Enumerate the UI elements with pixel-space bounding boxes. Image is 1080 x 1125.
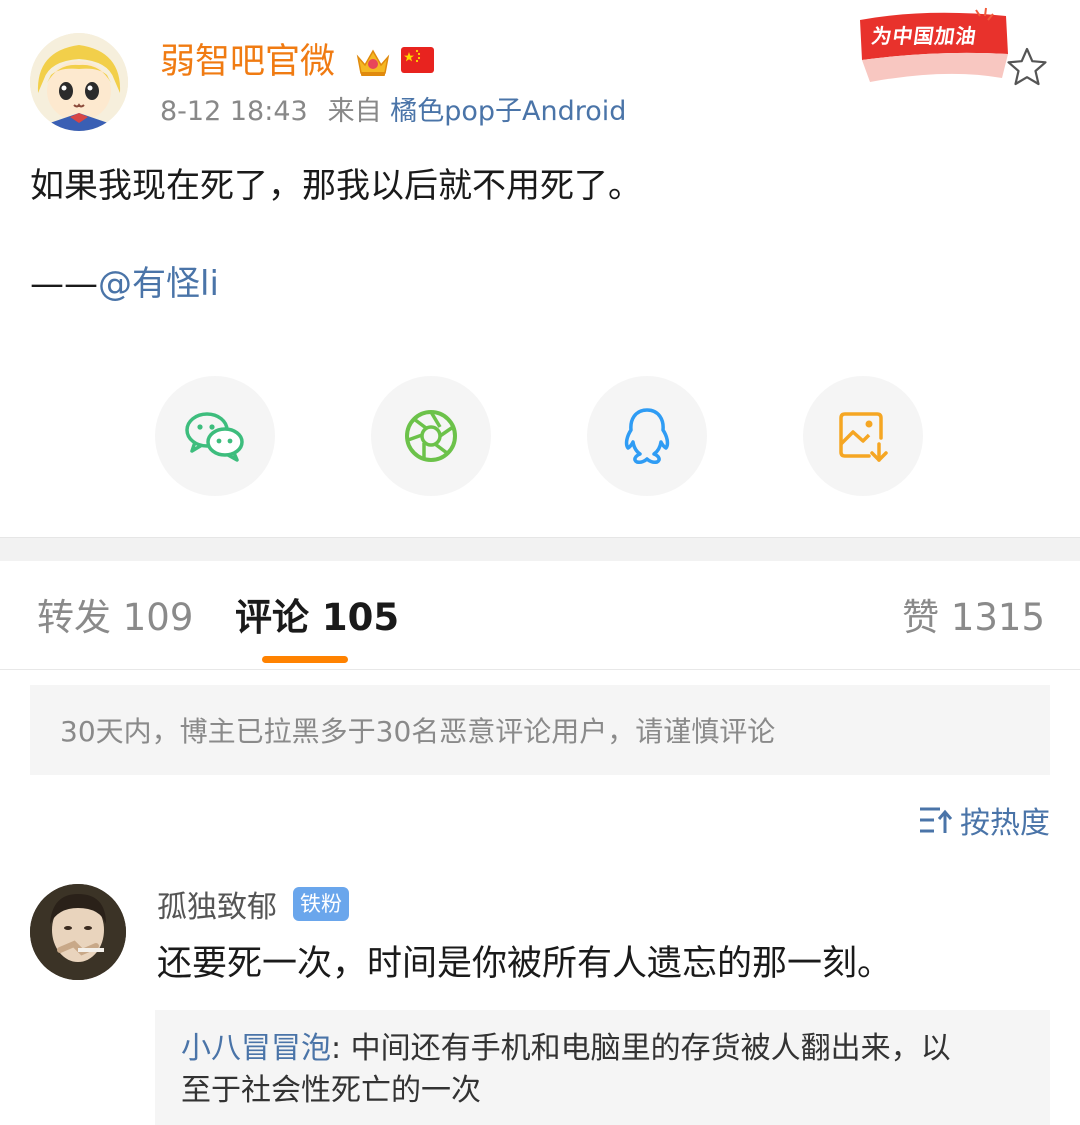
source-prefix: 来自 bbox=[327, 96, 382, 127]
crown-icon bbox=[356, 49, 390, 76]
tab-comment[interactable]: 评论 105 bbox=[235, 594, 399, 642]
credit-dash: —— bbox=[30, 264, 98, 304]
wechat-icon bbox=[185, 412, 244, 462]
post-credit: ——@有怪li bbox=[30, 262, 219, 306]
tab-divider bbox=[0, 669, 1080, 670]
commenter-name[interactable]: 孤独致郁 bbox=[157, 888, 277, 928]
reply-text-2: 至于社会性死亡的一次 bbox=[181, 1073, 481, 1108]
comment-text: 还要死一次，时间是你被所有人遗忘的那一刻。 bbox=[157, 944, 893, 984]
sort-toggle[interactable]: 按热度 bbox=[918, 798, 1050, 842]
tab-like[interactable]: 赞 1315 bbox=[902, 594, 1045, 642]
active-tab-indicator bbox=[262, 656, 348, 663]
china-flag-icon bbox=[401, 47, 434, 73]
notice-text: 30天内，博主已拉黑多于30名恶意评论用户，请谨慎评论 bbox=[60, 715, 776, 748]
commenter-avatar[interactable] bbox=[30, 884, 126, 980]
section-divider bbox=[0, 537, 1080, 561]
sort-icon bbox=[920, 807, 953, 833]
star-icon[interactable] bbox=[1006, 46, 1048, 88]
fan-badge: 铁粉 bbox=[293, 887, 349, 921]
post-source[interactable]: 橘色pop子Android bbox=[390, 96, 626, 127]
post-text: 如果我现在死了，那我以后就不用死了。 bbox=[30, 166, 642, 206]
share-moments-button[interactable] bbox=[371, 376, 491, 496]
author-avatar[interactable] bbox=[30, 33, 128, 131]
qq-icon bbox=[624, 408, 670, 464]
reply-author[interactable]: 小八冒冒泡 bbox=[181, 1031, 331, 1066]
save-image-button[interactable] bbox=[803, 376, 923, 496]
cheer-badge-text: 为中国加油 bbox=[870, 24, 979, 48]
share-qq-button[interactable] bbox=[587, 376, 707, 496]
tab-repost[interactable]: 转发 109 bbox=[37, 594, 193, 642]
reply-preview[interactable]: 小八冒冒泡: 中间还有手机和电脑里的存货被人翻出来，以 至于社会性死亡的一次 bbox=[155, 1010, 1050, 1125]
credit-mention[interactable]: @有怪li bbox=[98, 264, 219, 304]
moments-icon bbox=[405, 410, 457, 462]
comment-notice: 30天内，博主已拉黑多于30名恶意评论用户，请谨慎评论 bbox=[30, 685, 1050, 775]
sort-label: 按热度 bbox=[960, 806, 1050, 841]
reply-text-1: 中间还有手机和电脑里的存货被人翻出来，以 bbox=[350, 1031, 951, 1066]
reply-line-1: 小八冒冒泡: 中间还有手机和电脑里的存货被人翻出来，以 bbox=[181, 1028, 1024, 1070]
reply-separator: : bbox=[331, 1031, 351, 1066]
save-image-icon bbox=[839, 412, 888, 462]
author-name[interactable]: 弱智吧官微 bbox=[160, 40, 335, 84]
share-wechat-button[interactable] bbox=[155, 376, 275, 496]
post-meta: 8-12 18:43 来自 橘色pop子Android bbox=[160, 95, 626, 129]
post-time: 8-12 18:43 bbox=[160, 96, 308, 127]
